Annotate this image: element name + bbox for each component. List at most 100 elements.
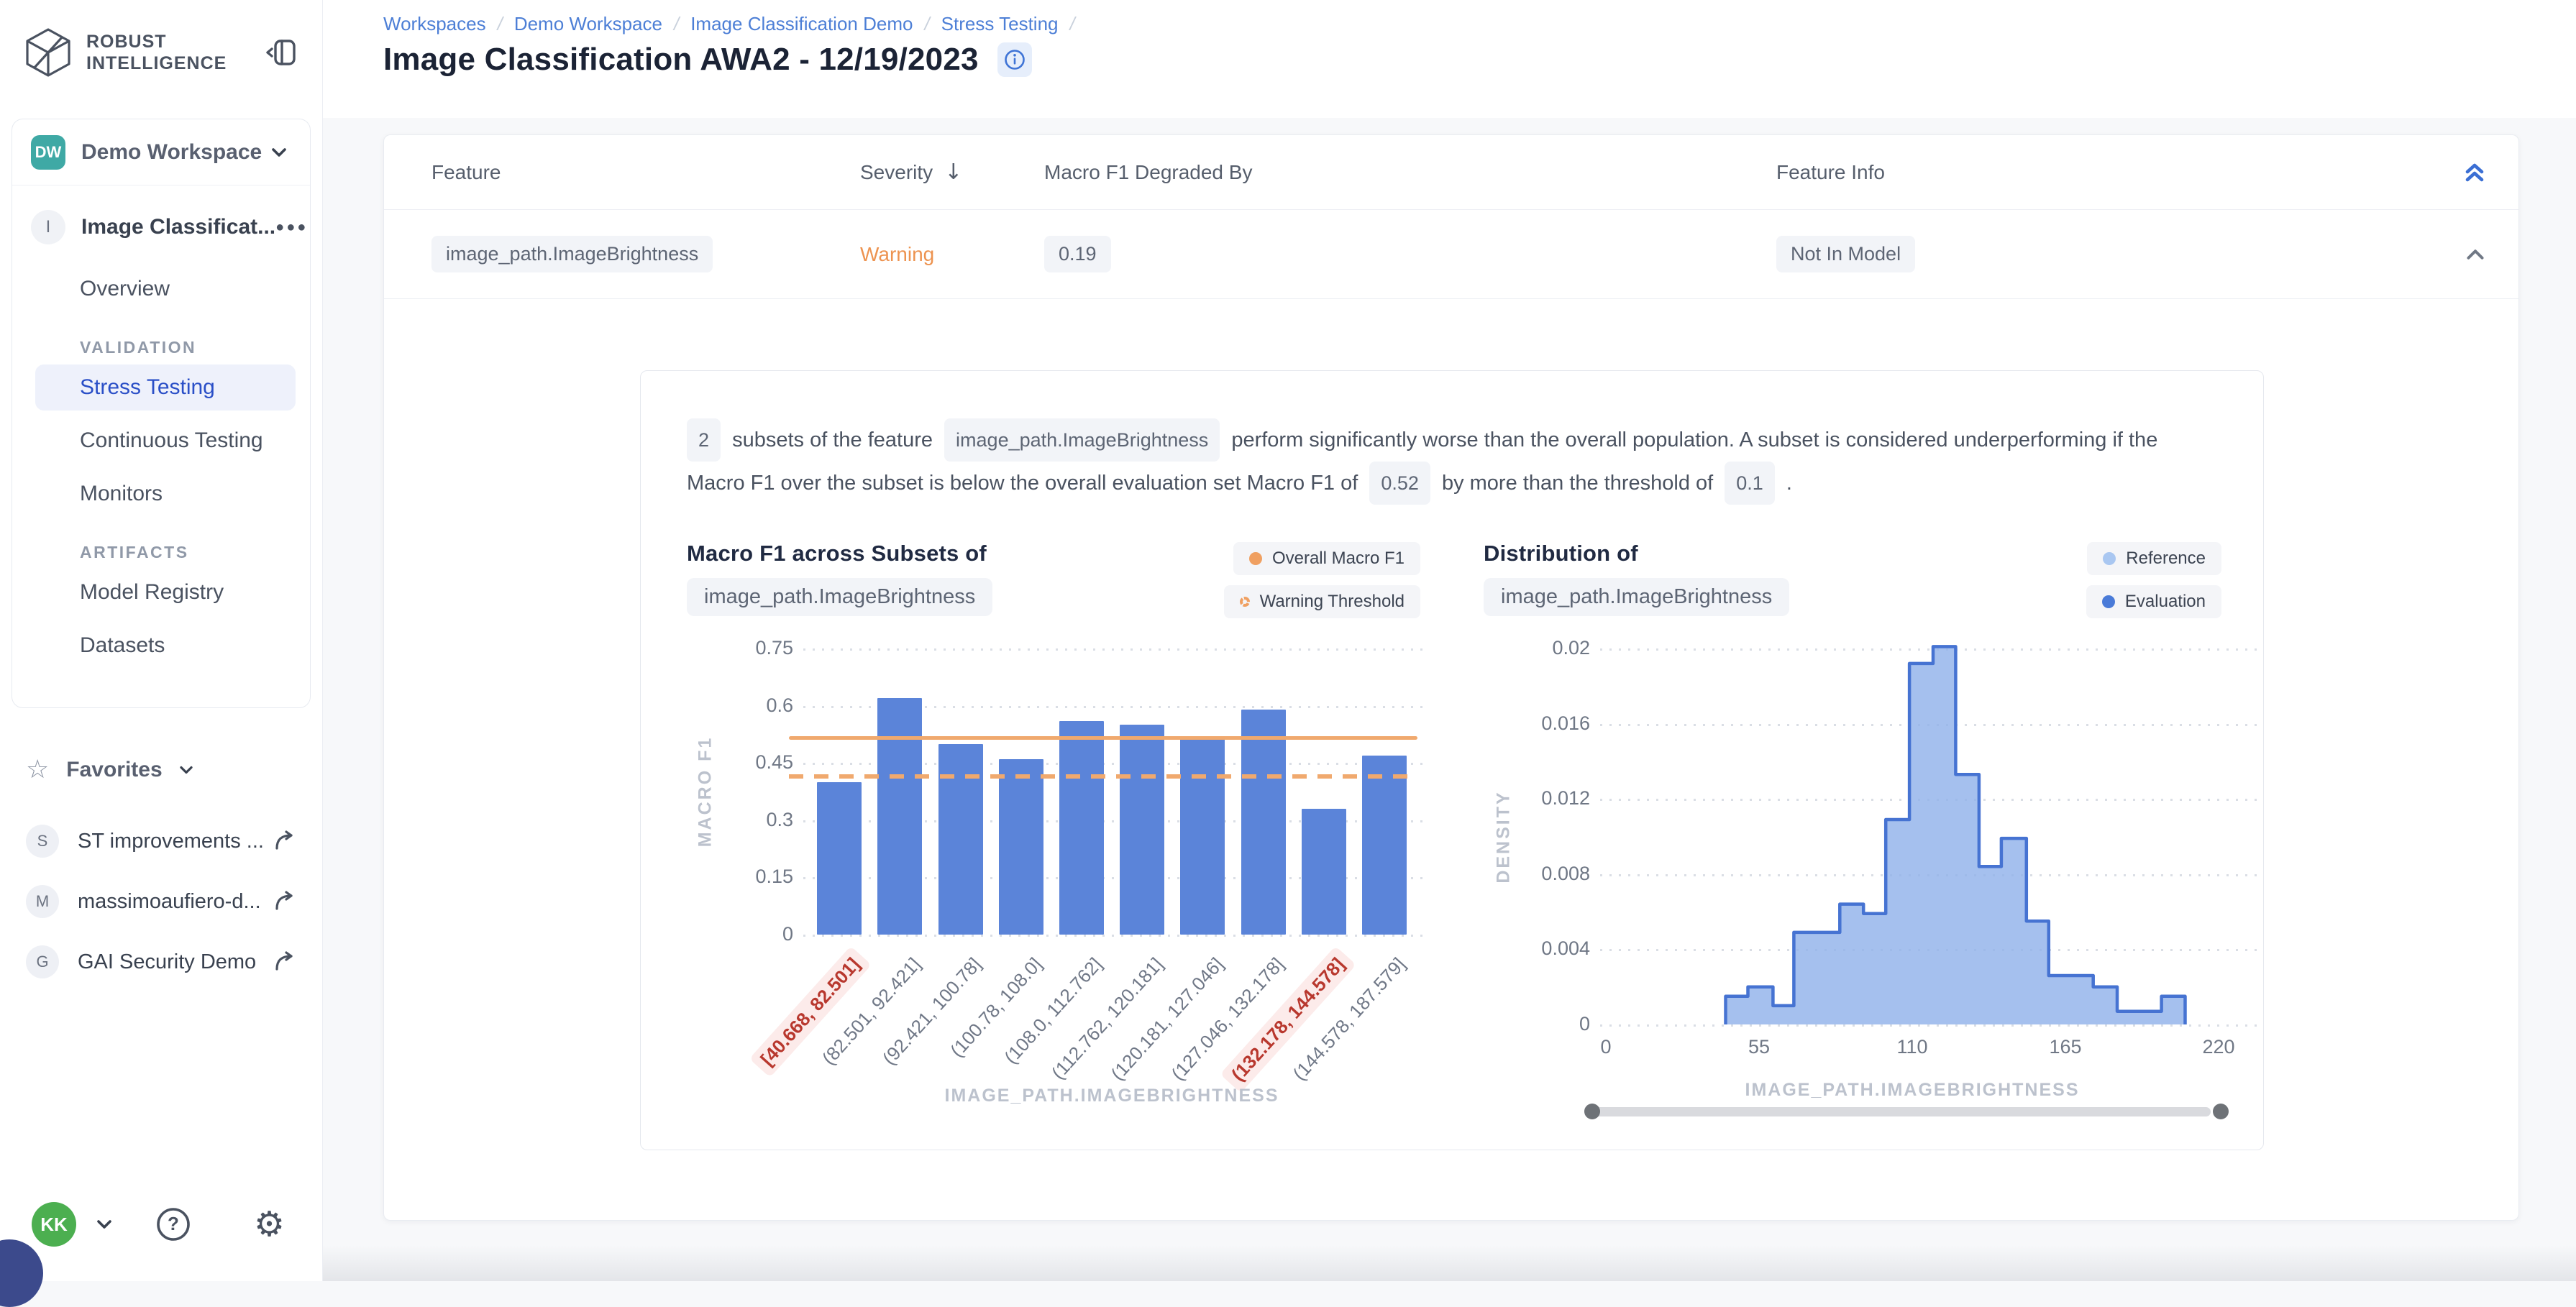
legend-label: Overall Macro F1 xyxy=(1272,549,1405,569)
x-tick-label: 0 xyxy=(1563,1036,1649,1058)
nav-section-label: ARTIFACTS xyxy=(80,543,310,562)
breadcrumb-separator: / xyxy=(924,13,929,35)
favorite-avatar: M xyxy=(26,885,59,918)
feature-chip: image_path.ImageBrightness xyxy=(431,236,713,272)
favorite-name: GAI Security Demo xyxy=(78,950,256,974)
help-icon[interactable]: ? xyxy=(155,1206,192,1243)
row-collapse-icon[interactable] xyxy=(2439,240,2490,269)
x-tick-label: 220 xyxy=(2175,1036,2262,1058)
legend-marker-icon xyxy=(1249,552,1262,565)
chevron-down-icon xyxy=(267,140,291,165)
user-avatar[interactable]: KK xyxy=(32,1202,76,1247)
star-icon: ☆ xyxy=(26,755,49,784)
sidebar-item-continuous-testing[interactable]: Continuous Testing xyxy=(35,418,296,464)
range-slider-handle-right[interactable] xyxy=(2213,1104,2229,1119)
favorite-name: ST improvements ... xyxy=(78,830,264,853)
x-tick-label: 165 xyxy=(2022,1036,2109,1058)
bar xyxy=(1059,721,1104,935)
range-slider-handle-left[interactable] xyxy=(1584,1104,1600,1119)
project-nav: OverviewVALIDATIONStress TestingContinuo… xyxy=(12,266,310,669)
y-axis-title: DENSITY xyxy=(1494,790,1515,883)
x-axis-title: IMAGE_PATH.IMAGEBRIGHTNESS xyxy=(809,1086,1415,1106)
legend-marker-icon xyxy=(1240,597,1250,607)
breadcrumb-link[interactable]: Stress Testing xyxy=(941,13,1059,35)
bar xyxy=(1241,710,1286,935)
table-row[interactable]: image_path.ImageBrightness Warning 0.19 … xyxy=(384,210,2518,299)
x-tick-label: 110 xyxy=(1869,1036,1955,1058)
range-slider-track[interactable] xyxy=(1588,1107,2211,1116)
workspace-avatar: DW xyxy=(31,135,65,170)
sidebar-item-model-registry[interactable]: Model Registry xyxy=(35,569,296,615)
workspace-panel: DW Demo Workspace I Image Classificat...… xyxy=(12,119,311,708)
project-name: Image Classificat... xyxy=(81,215,275,239)
favorites-toggle[interactable]: ☆ Favorites xyxy=(26,755,296,784)
favorite-item[interactable]: Mmassimoaufiero-d... xyxy=(26,871,296,932)
bar-chart-feature-chip: image_path.ImageBrightness xyxy=(687,578,992,616)
column-feature-info[interactable]: Feature Info xyxy=(1776,161,2439,184)
favorite-name: massimoaufiero-d... xyxy=(78,890,261,914)
bar xyxy=(817,782,862,935)
overall-macro-f1-line xyxy=(789,736,1417,740)
favorite-avatar: G xyxy=(26,945,59,978)
collapse-all-icon[interactable] xyxy=(2439,157,2490,188)
distribution-chart: Distribution of image_path.ImageBrightne… xyxy=(1484,541,2269,1124)
favorite-item[interactable]: SST improvements ... xyxy=(26,811,296,871)
y-tick-label: 0.6 xyxy=(700,694,793,717)
svg-text:?: ? xyxy=(168,1213,179,1234)
degraded-by-chip: 0.19 xyxy=(1044,236,1111,272)
column-feature[interactable]: Feature xyxy=(431,161,860,184)
bar xyxy=(1120,725,1164,935)
sort-desc-icon[interactable]: ↓ xyxy=(944,160,962,185)
column-severity[interactable]: Severity ↓ xyxy=(860,160,1044,185)
info-icon[interactable] xyxy=(997,42,1032,77)
more-options-icon[interactable]: ●●● xyxy=(275,219,308,236)
favorite-item[interactable]: G GAI Security Demo xyxy=(26,932,296,992)
open-link-icon[interactable] xyxy=(273,830,296,852)
workspace-selector[interactable]: DW Demo Workspace xyxy=(12,119,310,185)
y-tick-label: 0.75 xyxy=(700,637,793,659)
breadcrumb-link[interactable]: Demo Workspace xyxy=(514,13,662,35)
sidebar-item-datasets[interactable]: Datasets xyxy=(35,623,296,669)
sidebar-item-overview[interactable]: Overview xyxy=(35,266,296,312)
y-tick-label: 0.15 xyxy=(700,866,793,888)
chevron-down-icon xyxy=(175,759,197,781)
y-axis-title: MACRO F1 xyxy=(695,736,716,848)
warning-threshold-line xyxy=(789,774,1417,779)
sidebar-collapse-icon[interactable] xyxy=(265,36,298,69)
project-selector[interactable]: I Image Classificat... ●●● xyxy=(12,201,310,253)
gridline xyxy=(803,935,1425,937)
breadcrumb-link[interactable]: Image Classification Demo xyxy=(690,13,913,35)
open-link-icon[interactable] xyxy=(273,891,296,912)
feature-info-chip: Not In Model xyxy=(1776,236,1915,272)
x-tick-label: 55 xyxy=(1716,1036,1802,1058)
table-header: Feature Severity ↓ Macro F1 Degraded By … xyxy=(384,135,2518,210)
bar xyxy=(877,698,922,935)
bar xyxy=(999,759,1043,935)
breadcrumb: Workspaces / Demo Workspace / Image Classifi… xyxy=(383,13,1087,35)
bottom-fade xyxy=(323,1245,2576,1281)
column-degraded-by[interactable]: Macro F1 Degraded By xyxy=(1044,161,1776,184)
settings-gear-icon[interactable]: ⚙ xyxy=(254,1207,285,1242)
feature-name-chip: image_path.ImageBrightness xyxy=(944,418,1220,462)
breadcrumb-separator: / xyxy=(1070,13,1075,35)
detail-panel: 2 subsets of the feature image_path.Imag… xyxy=(640,370,2264,1150)
main-content: Feature Severity ↓ Macro F1 Degraded By … xyxy=(323,118,2576,1281)
sidebar-footer: KK ? ⚙ xyxy=(32,1185,285,1264)
topbar: Workspaces / Demo Workspace / Image Classifi… xyxy=(323,0,2576,118)
project-avatar: I xyxy=(31,210,65,244)
sidebar-item-monitors[interactable]: Monitors xyxy=(35,471,296,517)
bar xyxy=(1180,736,1225,935)
chevron-down-icon[interactable] xyxy=(92,1212,117,1237)
logo: ROBUST INTELLIGENCE xyxy=(0,0,322,78)
breadcrumb-separator: / xyxy=(498,13,503,35)
subset-count-chip: 2 xyxy=(687,418,721,462)
open-link-icon[interactable] xyxy=(273,951,296,973)
sidebar-item-stress-testing[interactable]: Stress Testing xyxy=(35,364,296,411)
y-tick-label: 0 xyxy=(700,923,793,945)
breadcrumb-separator: / xyxy=(674,13,679,35)
results-card: Feature Severity ↓ Macro F1 Degraded By … xyxy=(383,134,2519,1221)
breadcrumb-link[interactable]: Workspaces xyxy=(383,13,486,35)
bar xyxy=(938,744,983,935)
legend-item: Overall Macro F1 xyxy=(1233,542,1420,575)
bar xyxy=(1302,809,1346,935)
